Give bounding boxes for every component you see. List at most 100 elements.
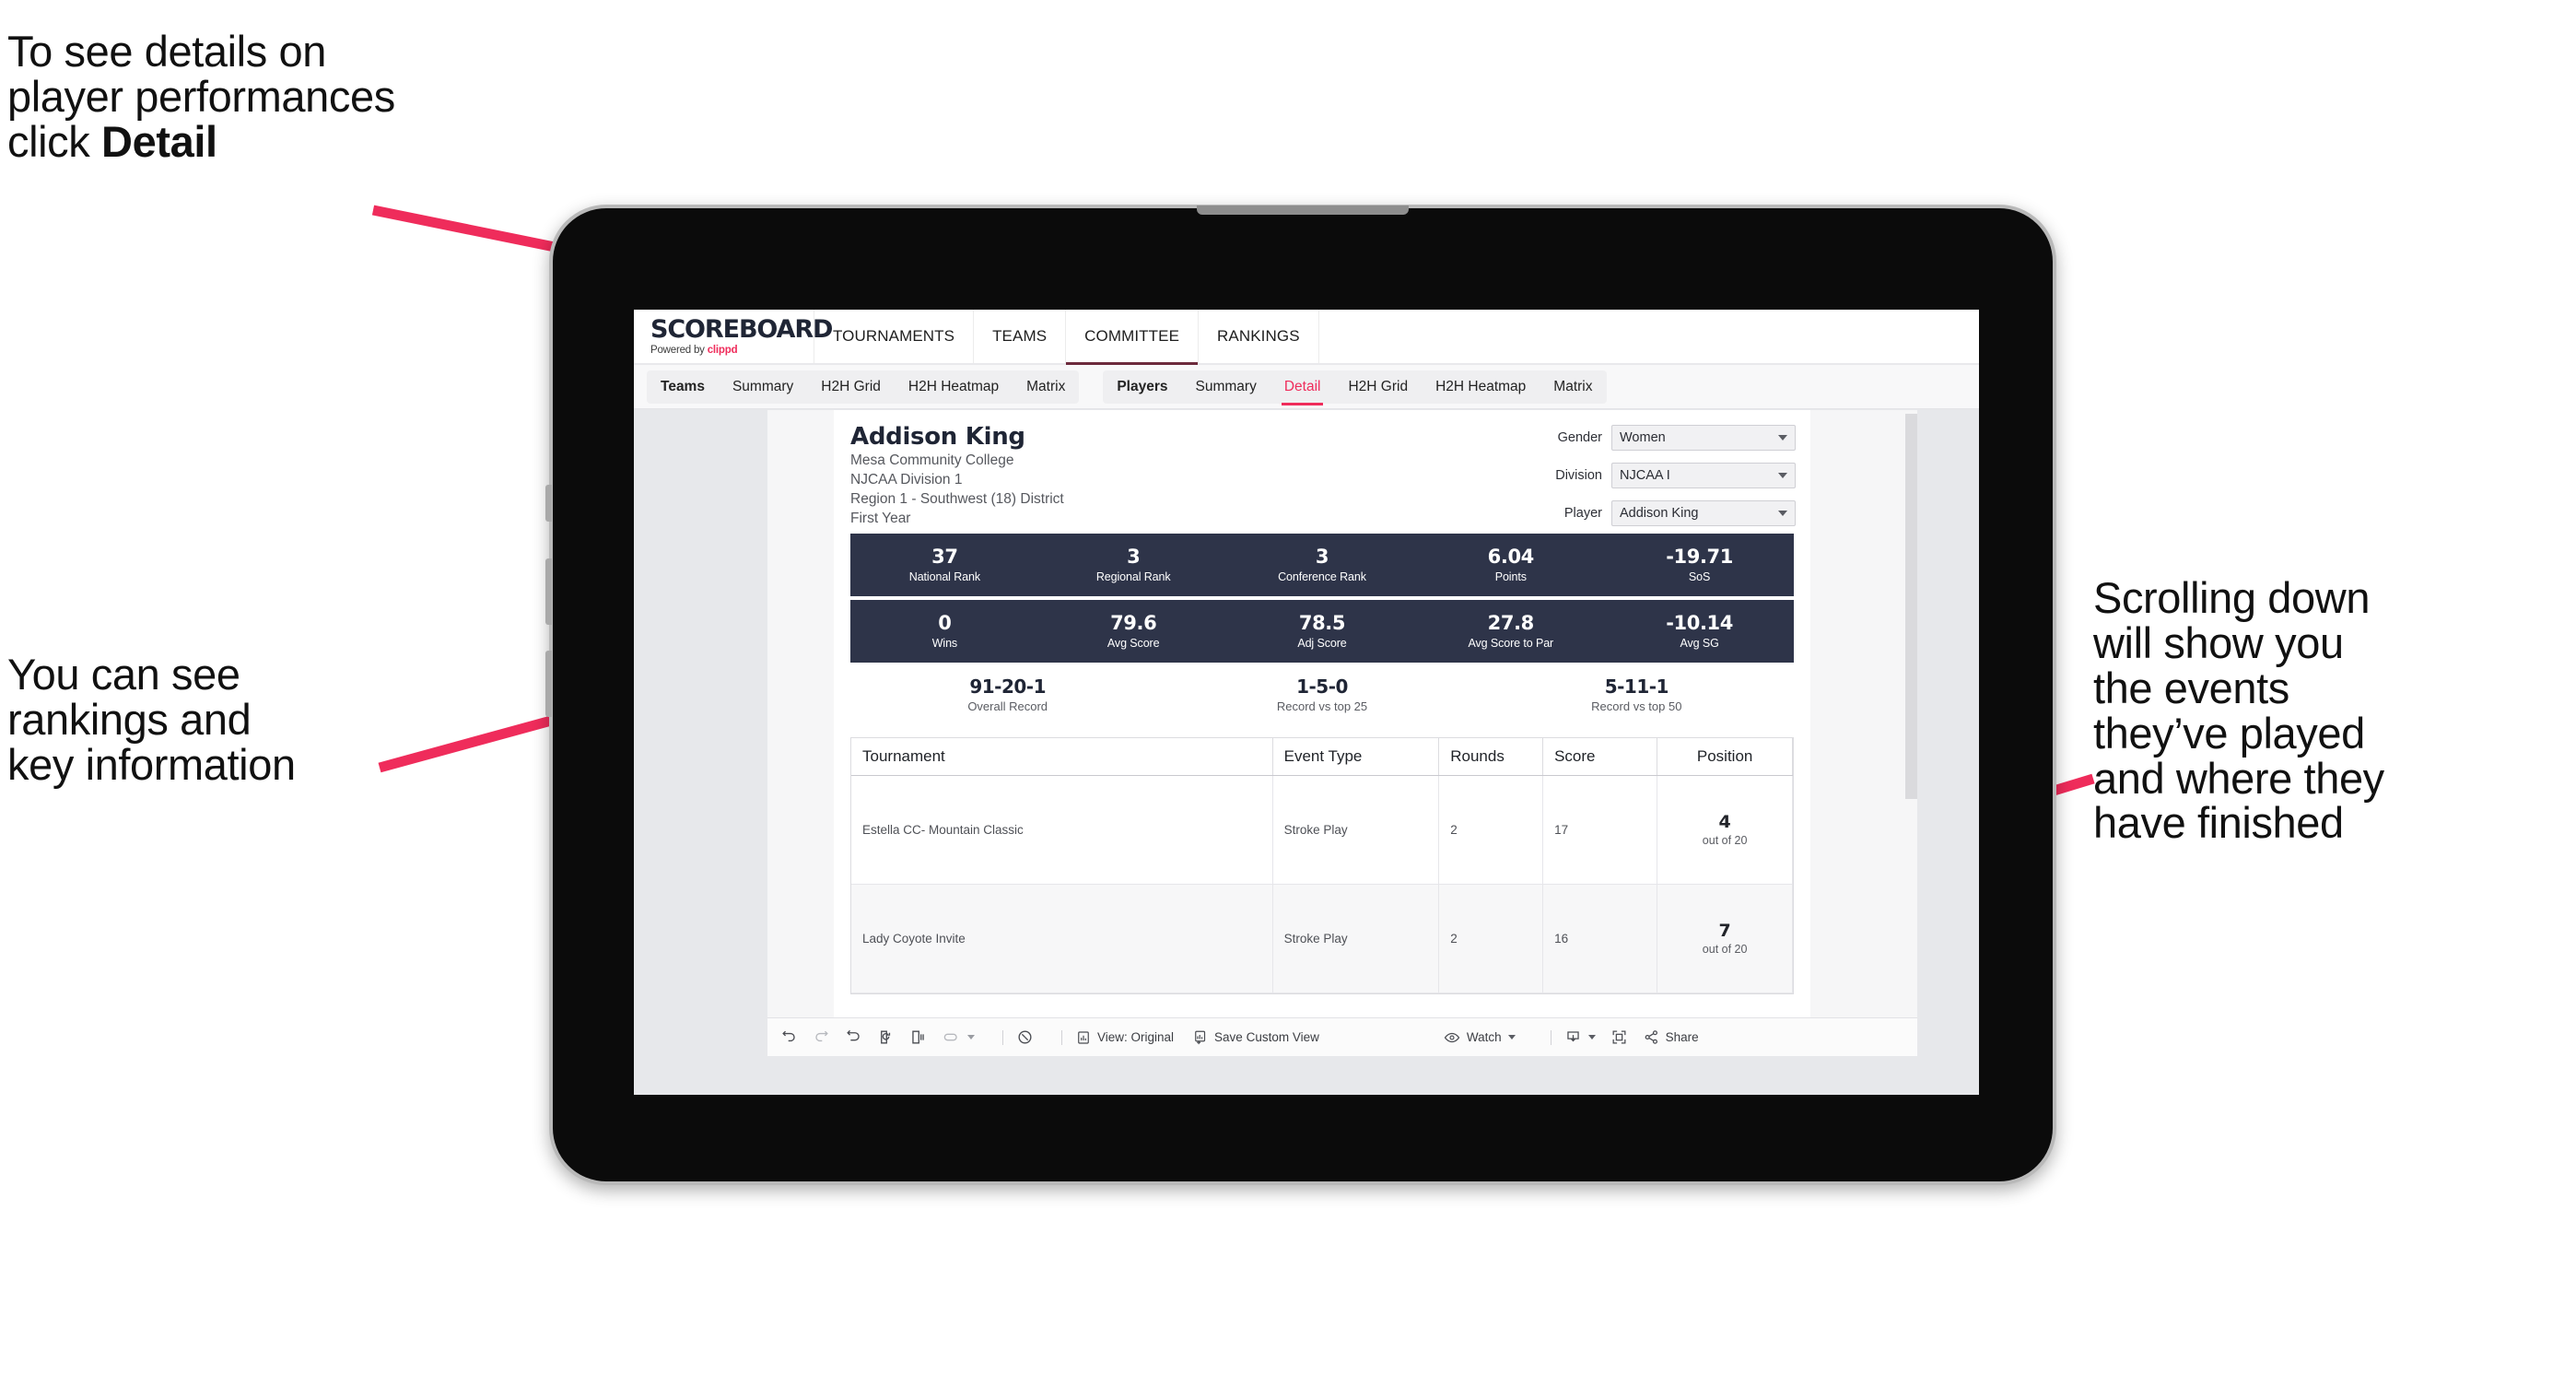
tabgroup-teams: Teams Summary H2H Grid H2H Heatmap Matri… bbox=[647, 370, 1080, 404]
redo-button[interactable] bbox=[813, 1028, 830, 1046]
filter-panel: Gender Women Division NJCAA I Player Add… bbox=[1482, 425, 1796, 538]
stat-label: Avg Score to Par bbox=[1468, 637, 1554, 651]
tab-label: Detail bbox=[1283, 378, 1321, 394]
app-tab-strip: Teams Summary H2H Grid H2H Heatmap Matri… bbox=[634, 365, 1979, 409]
tab-players-h2h-heatmap[interactable]: H2H Heatmap bbox=[1422, 370, 1540, 404]
download-button[interactable] bbox=[1564, 1028, 1596, 1046]
record-label: Record vs top 25 bbox=[1276, 699, 1368, 714]
brand-title: SCOREBOARD bbox=[650, 315, 833, 344]
toolbar-divider bbox=[1061, 1029, 1062, 1045]
share-button[interactable]: Share bbox=[1643, 1028, 1699, 1046]
filter-gender-select[interactable]: Women bbox=[1611, 425, 1796, 451]
cell-rounds: 2 bbox=[1438, 775, 1544, 886]
topnav-item-rankings[interactable]: RANKINGS bbox=[1199, 310, 1319, 363]
filter-player-select[interactable]: Addison King bbox=[1611, 500, 1796, 526]
topnav-item-committee[interactable]: COMMITTEE bbox=[1066, 310, 1200, 365]
undo-icon bbox=[782, 1030, 795, 1042]
cell-position: 4 out of 20 bbox=[1657, 775, 1793, 886]
topnav-label: TEAMS bbox=[992, 327, 1048, 345]
cell-score: 16 bbox=[1542, 884, 1658, 994]
th-event-type: Event Type bbox=[1272, 738, 1440, 777]
tab-players[interactable]: Players bbox=[1103, 370, 1181, 404]
record-value: 91-20-1 bbox=[969, 675, 1046, 699]
stat-value: 78.5 bbox=[1298, 612, 1346, 635]
chevron-down-icon bbox=[967, 1035, 975, 1040]
topnav-item-teams[interactable]: TEAMS bbox=[974, 310, 1067, 363]
filter-division-select[interactable]: NJCAA I bbox=[1611, 463, 1796, 488]
cell-event-type: Stroke Play bbox=[1272, 775, 1440, 886]
save-custom-view-button[interactable]: Save Custom View bbox=[1192, 1029, 1319, 1046]
tab-teams-h2h-heatmap[interactable]: H2H Heatmap bbox=[895, 370, 1013, 404]
cell-score: 17 bbox=[1542, 775, 1658, 886]
vertical-scrollbar[interactable] bbox=[1905, 414, 1917, 799]
filter-gender-value: Women bbox=[1620, 430, 1666, 445]
player-header: Addison King Mesa Community College NJCA… bbox=[834, 423, 1810, 534]
stat-sos: -19.71 SoS bbox=[1605, 546, 1794, 584]
position-out-of: out of 20 bbox=[1702, 834, 1748, 848]
record-vs-top-50: 5-11-1 Record vs top 50 bbox=[1480, 675, 1794, 713]
save-custom-view-label: Save Custom View bbox=[1214, 1030, 1319, 1044]
tournament-results-table: Tournament Event Type Rounds Score Posit… bbox=[850, 737, 1794, 995]
filter-player-value: Addison King bbox=[1620, 506, 1699, 521]
tabgroup-players: Players Summary Detail H2H Grid H2H Heat… bbox=[1103, 370, 1607, 405]
dashboard-canvas: Addison King Mesa Community College NJCA… bbox=[634, 410, 1979, 1056]
tab-players-h2h-grid[interactable]: H2H Grid bbox=[1334, 370, 1422, 404]
table-row[interactable]: Lady Coyote Invite Stroke Play 2 16 7 ou… bbox=[851, 884, 1793, 994]
tab-players-detail[interactable]: Detail bbox=[1270, 370, 1335, 405]
view-original-label: View: Original bbox=[1097, 1030, 1175, 1044]
fullscreen-button[interactable] bbox=[1610, 1028, 1628, 1046]
brand-sub-clippd: clippd bbox=[707, 345, 738, 356]
refresh-button[interactable] bbox=[877, 1028, 895, 1046]
stat-value: -10.14 bbox=[1666, 612, 1733, 635]
tab-players-matrix[interactable]: Matrix bbox=[1540, 370, 1606, 404]
tab-label: Summary bbox=[732, 378, 794, 394]
tablet-camera-notch bbox=[1197, 206, 1409, 215]
table-header-row: Tournament Event Type Rounds Score Posit… bbox=[851, 738, 1793, 777]
position-out-of: out of 20 bbox=[1702, 943, 1748, 957]
records-row: 91-20-1 Overall Record 1-5-0 Record vs t… bbox=[850, 675, 1794, 713]
cell-rounds: 2 bbox=[1438, 884, 1544, 994]
fullscreen-icon bbox=[1612, 1030, 1626, 1044]
topnav-item-tournaments[interactable]: TOURNAMENTS bbox=[814, 310, 975, 363]
cell-tournament: Estella CC- Mountain Classic bbox=[851, 775, 1273, 886]
view-original-button[interactable]: View: Original bbox=[1075, 1029, 1174, 1046]
tab-teams-matrix[interactable]: Matrix bbox=[1013, 370, 1079, 404]
table-row[interactable]: Estella CC- Mountain Classic Stroke Play… bbox=[851, 775, 1793, 886]
tab-label: Matrix bbox=[1026, 378, 1066, 394]
chevron-down-icon bbox=[1587, 1035, 1596, 1040]
revert-button[interactable] bbox=[845, 1028, 862, 1046]
brand-logo[interactable]: SCOREBOARD Powered by clippd bbox=[634, 310, 833, 363]
tab-teams-h2h-grid[interactable]: H2H Grid bbox=[807, 370, 895, 404]
share-label: Share bbox=[1665, 1030, 1699, 1044]
position-number: 7 bbox=[1718, 921, 1731, 942]
chevron-down-icon bbox=[1778, 473, 1787, 478]
save-custom-view-icon bbox=[1195, 1030, 1206, 1044]
callout-detail: To see details on player performances cl… bbox=[7, 29, 652, 165]
pause-autoupdate-button[interactable] bbox=[909, 1028, 927, 1046]
brand-sub-prefix: Powered by bbox=[650, 345, 708, 356]
eye-icon bbox=[1444, 1032, 1460, 1042]
loop-button[interactable] bbox=[942, 1028, 975, 1046]
tab-label: H2H Heatmap bbox=[1435, 378, 1527, 394]
stat-value: 37 bbox=[931, 546, 958, 569]
stat-label: Avg Score bbox=[1107, 637, 1160, 651]
record-overall: 91-20-1 Overall Record bbox=[850, 675, 1165, 713]
dashboard-sheet: Addison King Mesa Community College NJCA… bbox=[767, 410, 1917, 1056]
tab-label: H2H Grid bbox=[821, 378, 881, 394]
callout-detail-bold: Detail bbox=[101, 116, 217, 166]
pause-button[interactable] bbox=[1016, 1028, 1034, 1046]
screenshot-canvas: To see details on player performances cl… bbox=[0, 0, 2576, 1386]
refresh-data-icon bbox=[881, 1030, 891, 1044]
share-icon bbox=[1645, 1030, 1657, 1044]
stats-bar-scoring: 0 Wins 79.6 Avg Score 78.5 Adj Score 27.… bbox=[850, 600, 1794, 664]
record-vs-top-25: 1-5-0 Record vs top 25 bbox=[1165, 675, 1479, 713]
tab-players-summary[interactable]: Summary bbox=[1182, 370, 1270, 404]
app-top-navigation: SCOREBOARD Powered by clippd TOURNAMENTS… bbox=[634, 310, 1979, 365]
tablet-device-frame: SCOREBOARD Powered by clippd TOURNAMENTS… bbox=[545, 205, 2056, 1185]
tab-teams[interactable]: Teams bbox=[647, 370, 719, 404]
tab-teams-summary[interactable]: Summary bbox=[719, 370, 807, 404]
watch-label: Watch bbox=[1466, 1030, 1502, 1044]
toolbar-divider bbox=[1002, 1029, 1003, 1045]
watch-button[interactable]: Watch bbox=[1443, 1029, 1516, 1046]
undo-button[interactable] bbox=[780, 1028, 798, 1046]
